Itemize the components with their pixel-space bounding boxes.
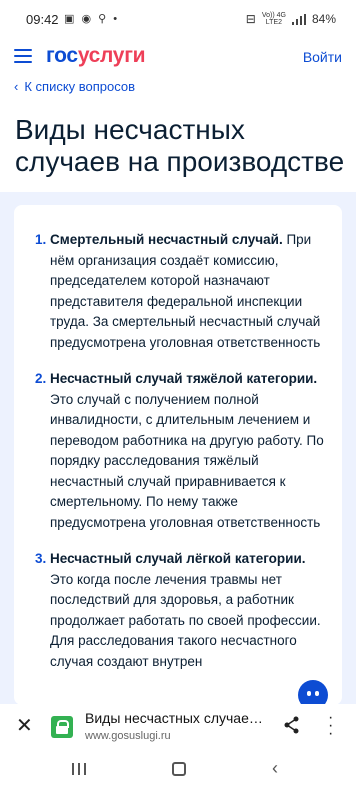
item-heading: Несчастный случай лёгкой категории. [50,551,306,566]
item-text: Это когда после лечения травмы нет после… [50,571,321,669]
dot-icon: • [113,13,120,25]
list-item: 3. Несчастный случай лёгкой категории. Э… [24,549,326,672]
signal-icon [291,13,306,25]
home-icon[interactable] [172,762,186,776]
tab-url: www.gosuslugi.ru [85,730,171,742]
search-bubble-icon: ⚲ [98,13,109,25]
more-options-icon[interactable]: · · · [328,710,333,742]
list-item: 2. Несчастный случай тяжёлой категории. … [24,369,326,533]
status-time: 09:42 [26,12,59,27]
login-button[interactable]: Войти [303,49,342,65]
system-indicators: ⊟ Vo)) 4G LTE2 84% [246,12,336,26]
accident-types-list: 1. Смертельный несчастный случай. При нё… [24,230,326,688]
network-indicator: Vo)) 4G LTE2 [261,12,286,26]
image-icon: ▣ [64,13,77,25]
page-title: Виды несчастных случаев на производстве [15,114,345,177]
content-card: 1. Смертельный несчастный случай. При нё… [14,205,342,705]
custom-tab-bar: ✕ Виды несчастных случаев на производств… [0,704,356,748]
list-number: 2. [35,371,47,386]
gosuslugi-logo[interactable]: госуслуги [46,44,146,68]
chevron-left-icon: ‹ [14,79,19,94]
message-icon: ◉ [81,13,94,25]
lock-status-icon: ⊟ [245,12,256,26]
item-text: Это случай с получением полной инвалидно… [50,391,324,530]
robot-eye-icon [307,691,311,696]
list-item: 1. Смертельный несчастный случай. При нё… [24,230,326,353]
share-icon[interactable] [284,716,300,734]
menu-icon[interactable] [14,49,32,63]
item-heading: Несчастный случай тяжёлой категории. [50,371,318,386]
item-text: При нём организация создаёт комиссию, пр… [50,232,321,350]
tab-title: Виды несчастных случаев на производстве [85,710,265,726]
list-number: 3. [35,551,47,566]
system-navigation-bar: ‹ [0,748,356,790]
back-to-questions-link[interactable]: ‹ К списку вопросов [14,79,135,94]
close-icon[interactable]: ✕ [16,713,33,738]
status-bar: 09:42 ▣ ◉ ⚲ • ⊟ Vo)) 4G LTE2 84% [0,0,356,38]
recents-icon[interactable] [72,762,90,780]
lock-icon[interactable] [51,716,73,738]
battery-level: 84% [311,12,336,26]
robot-eye-icon [315,691,319,696]
back-icon[interactable]: ‹ [272,758,278,779]
notification-icons: ▣ ◉ ⚲ • [64,12,119,25]
item-heading: Смертельный несчастный случай. [50,232,283,247]
site-header: госуслуги Войти [0,38,356,76]
list-number: 1. [35,232,47,247]
